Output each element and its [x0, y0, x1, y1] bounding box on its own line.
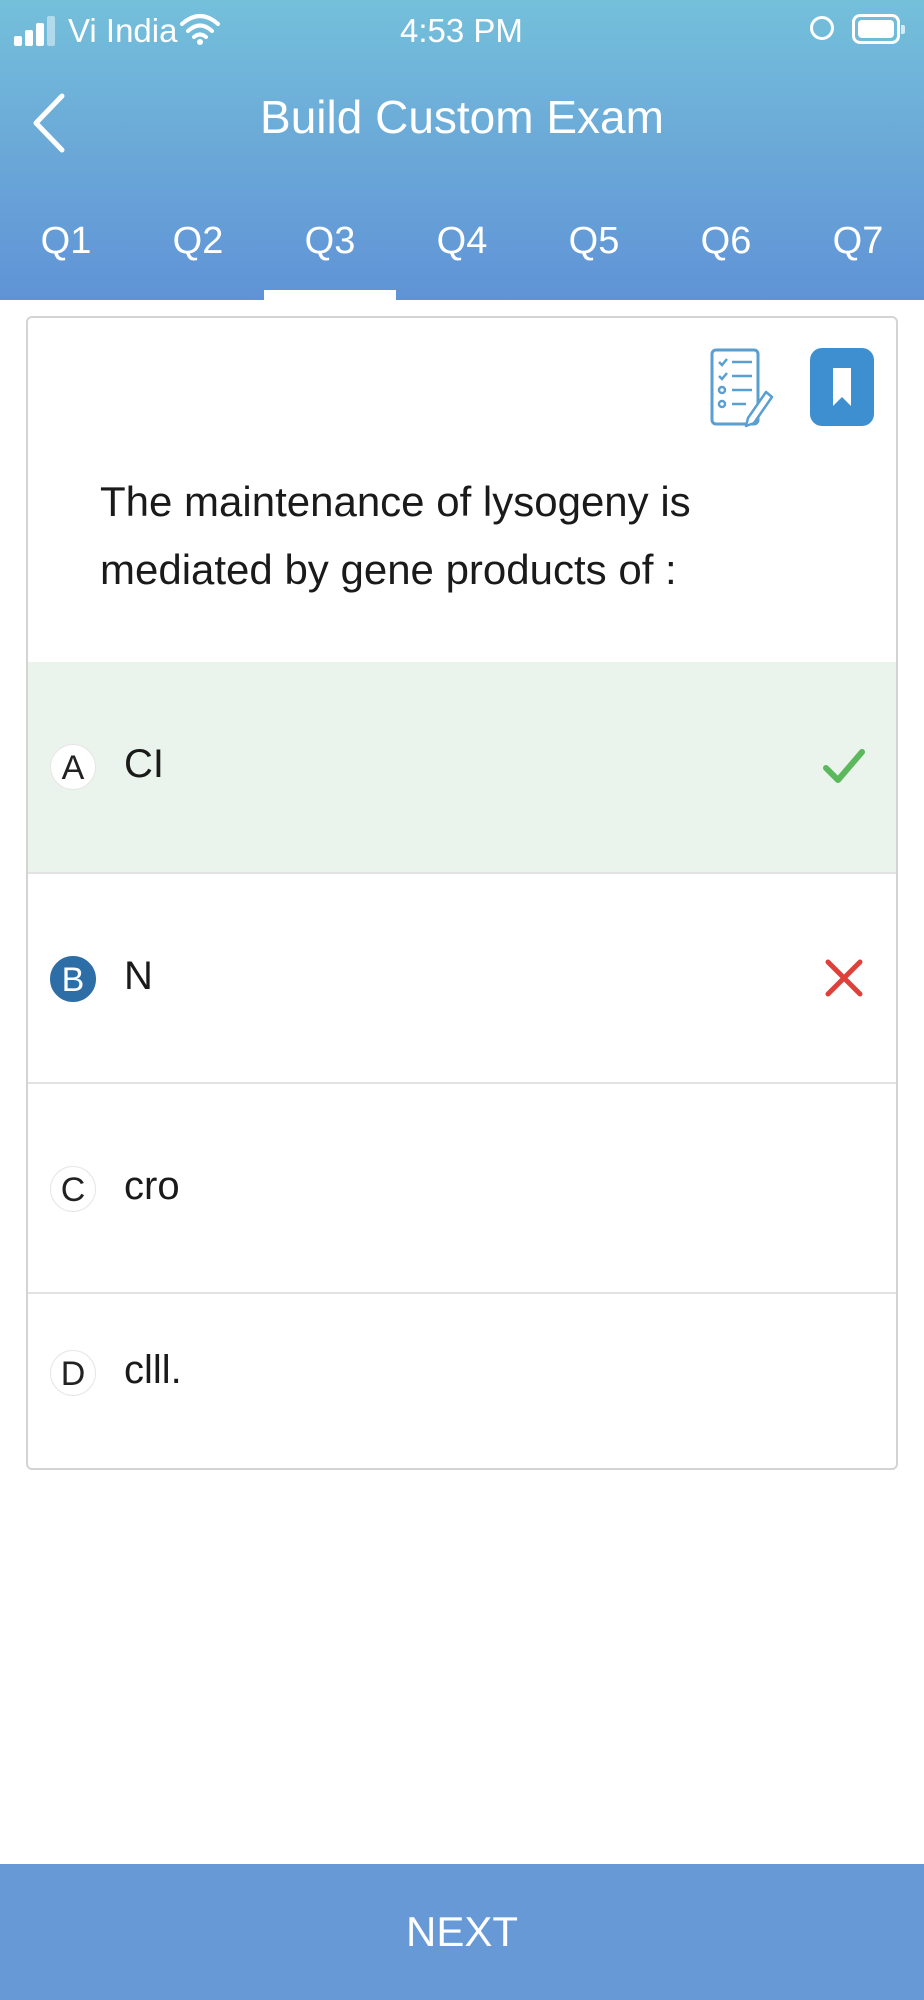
- tab-q4[interactable]: Q4: [396, 220, 528, 263]
- page-title: Build Custom Exam: [260, 91, 664, 143]
- option-text-b: N: [124, 954, 153, 998]
- question-text: The maintenance of lysogeny is mediated …: [100, 478, 691, 593]
- carrier-name: Vi India: [68, 12, 178, 49]
- question-tabs: Q1 Q2 Q3 Q4 Q5 Q6 Q7: [0, 210, 924, 300]
- tab-q1[interactable]: Q1: [0, 220, 132, 263]
- battery-icon: [852, 14, 905, 44]
- wifi-icon: [180, 14, 220, 45]
- status-time: 4:53 PM: [400, 12, 523, 49]
- status-bar: Vi India 4:53 PM: [0, 0, 924, 62]
- tab-q5[interactable]: Q5: [528, 220, 660, 263]
- option-c[interactable]: C cro: [28, 1082, 896, 1292]
- bookmark-icon: [833, 368, 851, 406]
- option-text-a: CI: [124, 742, 164, 786]
- option-d[interactable]: D clll.: [28, 1292, 896, 1468]
- tab-q3[interactable]: Q3: [264, 220, 396, 263]
- signal-icon: [14, 16, 58, 46]
- option-b[interactable]: B N: [28, 872, 896, 1082]
- option-text-c: cro: [124, 1164, 180, 1208]
- bookmark-button[interactable]: [810, 348, 874, 426]
- tab-q7[interactable]: Q7: [792, 220, 924, 263]
- option-letter-c: C: [50, 1166, 96, 1212]
- question-card: The maintenance of lysogeny is mediated …: [26, 316, 898, 1470]
- option-letter-d: D: [50, 1350, 96, 1396]
- rotation-lock-icon: [810, 16, 834, 40]
- notes-icon[interactable]: [708, 346, 774, 430]
- next-button[interactable]: NEXT: [0, 1864, 924, 2000]
- option-a[interactable]: A CI: [28, 662, 896, 872]
- tab-q2[interactable]: Q2: [132, 220, 264, 263]
- header-bar: Vi India 4:53 PM Build Custom Exam Q1 Q2…: [0, 0, 924, 300]
- option-text-d: clll.: [124, 1348, 182, 1392]
- option-letter-a: A: [50, 744, 96, 790]
- checkmark-icon: [823, 749, 865, 783]
- option-letter-b: B: [50, 956, 96, 1002]
- cross-icon: [825, 959, 863, 997]
- active-tab-indicator: [264, 290, 396, 300]
- tab-q6[interactable]: Q6: [660, 220, 792, 263]
